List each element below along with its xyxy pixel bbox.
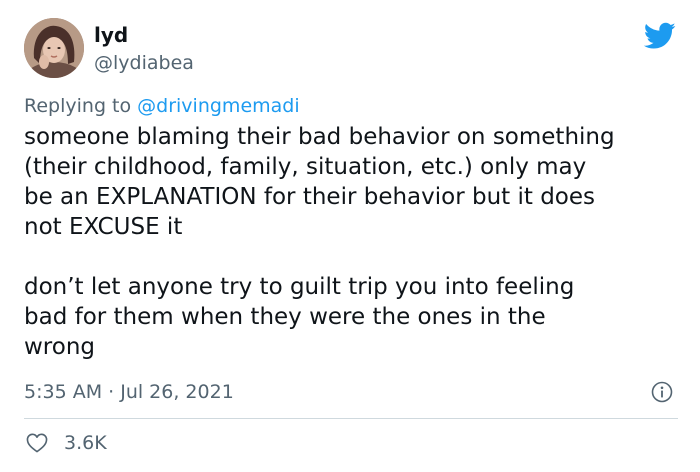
- tweet-card: lyd @lydiabea Replying to @drivingmemadi…: [0, 0, 700, 472]
- avatar[interactable]: [24, 18, 84, 78]
- info-icon[interactable]: [651, 381, 673, 403]
- tweet-paragraph: someone blaming their bad behavior on so…: [24, 124, 615, 240]
- reply-mention-link[interactable]: @drivingmemadi: [137, 95, 299, 117]
- replying-to-line: Replying to @drivingmemadi: [24, 94, 300, 118]
- replying-to-label: Replying to: [24, 95, 138, 117]
- avatar-image: [24, 18, 84, 78]
- like-count: 3.6K: [64, 432, 107, 454]
- tweet-paragraph: don’t let anyone try to guilt trip you i…: [24, 274, 575, 360]
- twitter-bird-icon[interactable]: [644, 22, 676, 50]
- like-action[interactable]: 3.6K: [26, 431, 107, 455]
- user-handle[interactable]: @lydiabea: [94, 52, 194, 74]
- divider: [24, 418, 678, 419]
- display-name[interactable]: lyd: [94, 24, 128, 46]
- tweet-text: someone blaming their bad behavior on so…: [24, 122, 674, 362]
- heart-icon[interactable]: [26, 433, 48, 453]
- tweet-timestamp[interactable]: 5:35 AM · Jul 26, 2021: [24, 380, 234, 404]
